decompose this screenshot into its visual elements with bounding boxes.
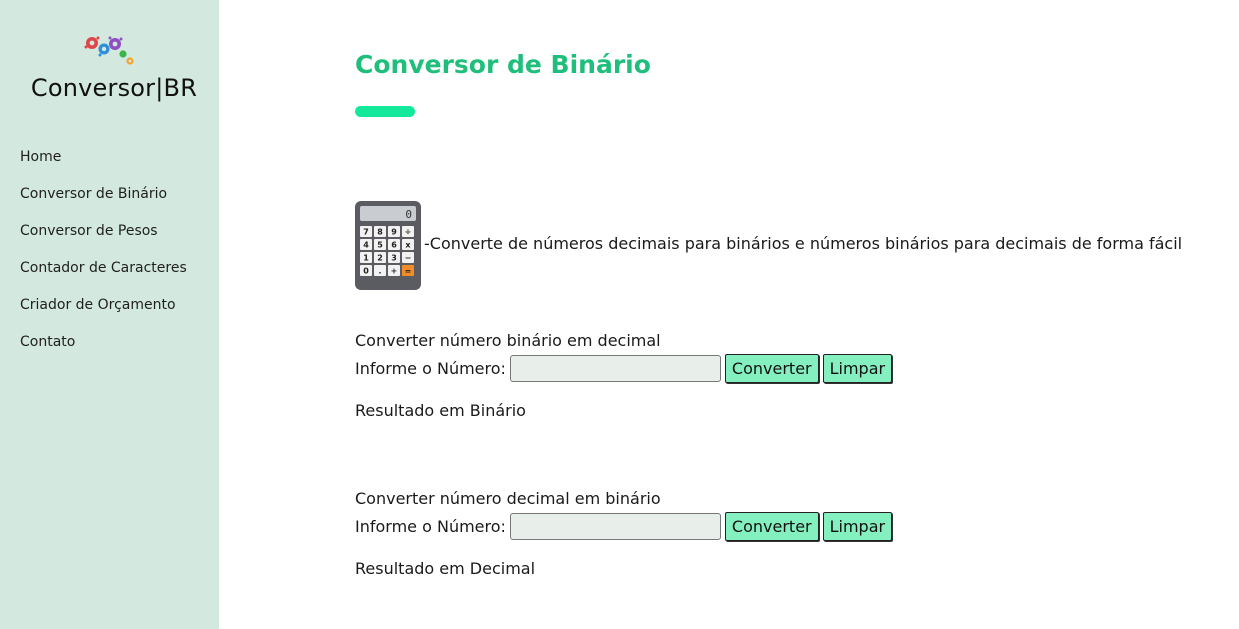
description: -Converte de números decimais para binár… <box>424 234 1183 253</box>
sidebar-item-contador-caracteres[interactable]: Contador de Caracteres <box>20 258 187 295</box>
binary-clear-button[interactable]: Limpar <box>822 354 893 383</box>
calculator-key-label: ÷ <box>405 228 412 237</box>
calculator-key-label: 3 <box>391 254 397 263</box>
calculator-key-label: 0 <box>363 267 369 276</box>
sidebar-item-conversor-pesos[interactable]: Conversor de Pesos <box>20 221 187 258</box>
binary-to-decimal-heading: Converter número binário em decimal <box>355 331 661 350</box>
page-title: Conversor de Binário <box>355 50 651 79</box>
binary-input-label: Informe o Número: <box>355 359 506 378</box>
calculator-key-label: 4 <box>363 241 369 250</box>
calculator-display: 0 <box>405 208 412 221</box>
decimal-number-input[interactable] <box>509 513 721 540</box>
calculator-key-label: 1 <box>363 254 369 263</box>
decimal-convert-button[interactable]: Converter <box>724 512 819 541</box>
binary-to-decimal-form: Informe o Número: Converter Limpar <box>355 354 896 383</box>
decimal-to-binary-heading: Converter número decimal em binário <box>355 489 661 508</box>
gears-icon <box>84 36 134 65</box>
sidebar: Conversor|BR Home Conversor de Binário C… <box>0 0 219 629</box>
decimal-result: Resultado em Decimal <box>355 559 536 578</box>
decimal-clear-button[interactable]: Limpar <box>822 512 893 541</box>
calculator-key-label: 6 <box>391 241 397 250</box>
binary-convert-button[interactable]: Converter <box>724 354 819 383</box>
sidebar-item-criador-orcamento[interactable]: Criador de Orçamento <box>20 295 187 332</box>
calculator-key-label: 7 <box>363 228 369 237</box>
calculator-key-label: − <box>405 254 412 263</box>
calculator-key-label: 9 <box>391 228 397 237</box>
calculator-key-label: . <box>378 267 381 276</box>
sidebar-item-home[interactable]: Home <box>20 147 187 184</box>
calculator-key-label: + <box>391 267 398 276</box>
calculator-key-label: x <box>405 241 411 250</box>
sidebar-nav: Home Conversor de Binário Conversor de P… <box>20 147 187 369</box>
binary-number-input[interactable] <box>509 355 721 382</box>
calculator-icon: 0 7 8 9 ÷ 4 5 6 x 1 2 3 − 0. + = <box>355 201 421 290</box>
calculator-key-label: 5 <box>377 241 383 250</box>
sidebar-item-contato[interactable]: Contato <box>20 332 187 369</box>
sidebar-item-conversor-binario[interactable]: Conversor de Binário <box>20 184 187 221</box>
binary-result: Resultado em Binário <box>355 401 526 420</box>
brand-name: Conversor|BR <box>30 74 198 102</box>
calculator-key-label: 2 <box>377 254 383 263</box>
calculator-key-label: 8 <box>377 228 383 237</box>
decimal-to-binary-form: Informe o Número: Converter Limpar <box>355 512 896 541</box>
calculator-key-label: = <box>405 267 412 276</box>
decimal-input-label: Informe o Número: <box>355 517 506 536</box>
title-underline <box>355 106 415 117</box>
